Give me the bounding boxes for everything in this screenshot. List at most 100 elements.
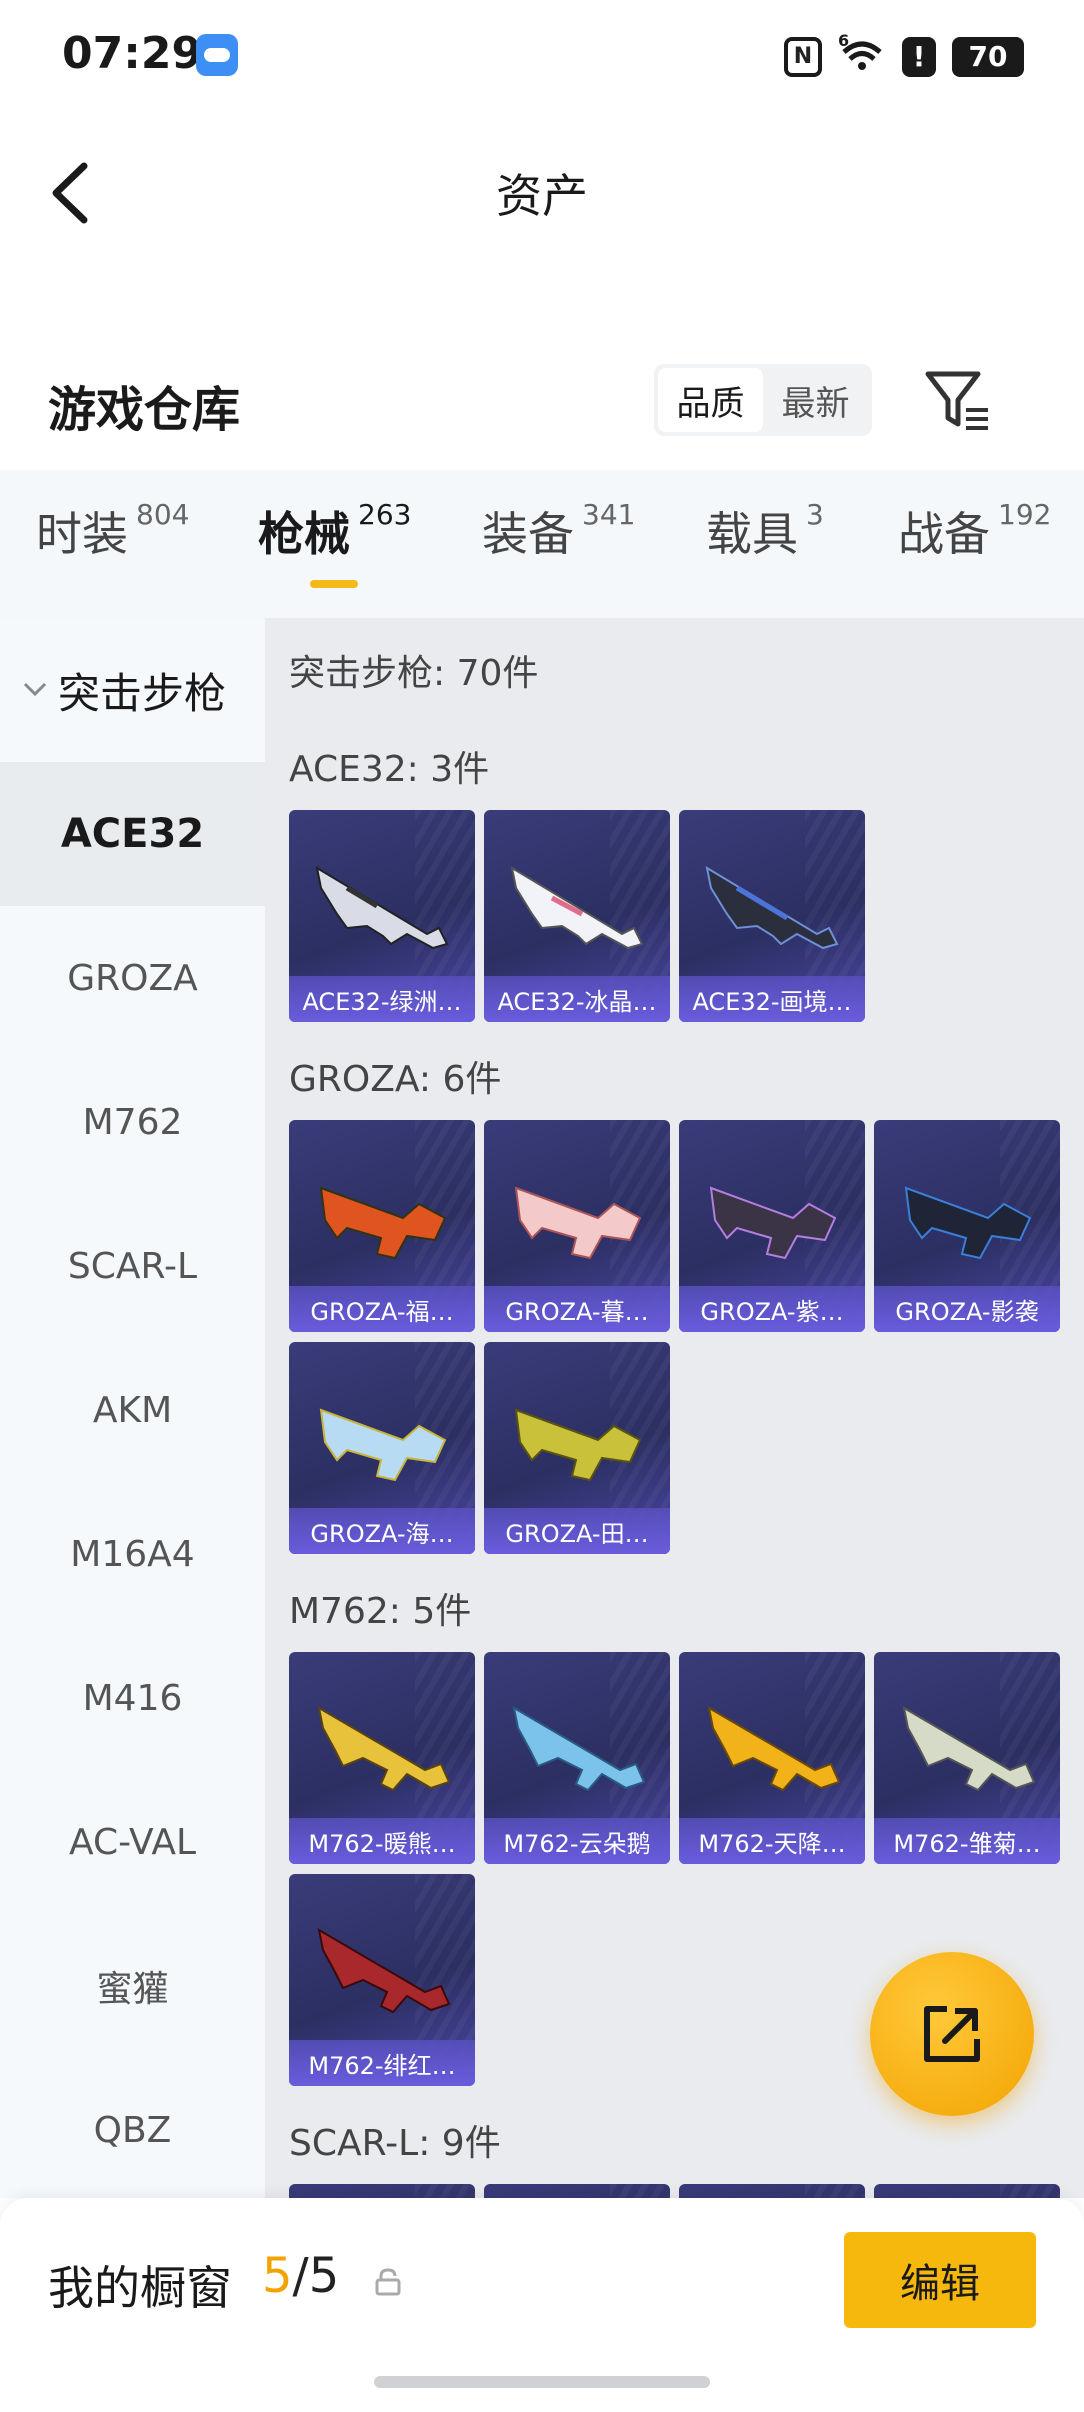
weapon-card[interactable] <box>289 2184 475 2198</box>
weapon-card[interactable]: M762-云朵鹅 <box>484 1652 670 1864</box>
weapon-card[interactable]: M762-暖熊… <box>289 1652 475 1864</box>
weapon-name: M762-暖熊… <box>289 1818 475 1864</box>
section-title-groza: GROZA: 6件 <box>289 1059 502 1100</box>
tab-supplies[interactable]: 战备 192 <box>898 498 1051 564</box>
showcase-count: 5/5 <box>262 2248 339 2304</box>
weapon-card[interactable]: ACE32-画境… <box>679 810 865 1022</box>
weapon-card[interactable]: ACE32-冰晶… <box>484 810 670 1022</box>
rifle-icon <box>315 865 449 950</box>
sidebar-item-scar-l[interactable]: SCAR-L <box>0 1194 265 1338</box>
section-title-scar-l: SCAR-L: 9件 <box>289 2123 501 2164</box>
sort-toggle: 品质 最新 <box>654 364 872 436</box>
sidebar-item-m762[interactable]: M762 <box>0 1050 265 1194</box>
rifle-icon <box>317 1706 451 1792</box>
home-indicator <box>374 2376 710 2388</box>
weapon-card[interactable]: GROZA-海… <box>289 1342 475 1554</box>
weapon-name: M762-天降… <box>679 1818 865 1864</box>
rifle-icon <box>514 1186 642 1260</box>
filter-icon <box>925 371 988 430</box>
sidebar-item-groza[interactable]: GROZA <box>0 906 265 1050</box>
sort-latest-button[interactable]: 最新 <box>763 368 868 432</box>
weapon-name: M762-绯红… <box>289 2040 475 2086</box>
rifle-icon <box>319 1408 447 1482</box>
wifi-icon: 6 <box>838 31 886 81</box>
tab-count: 341 <box>582 498 636 531</box>
weapon-name: GROZA-影袭 <box>874 1286 1060 1332</box>
sidebar-item-akm[interactable]: AKM <box>0 1338 265 1482</box>
sidebar-item-ac-val[interactable]: AC-VAL <box>0 1770 265 1914</box>
warehouse-title: 游戏仓库 <box>48 382 241 438</box>
weapon-name: GROZA-海… <box>289 1508 475 1554</box>
rifle-icon <box>707 1706 841 1792</box>
weapon-card[interactable]: GROZA-田… <box>484 1342 670 1554</box>
filter-button[interactable] <box>920 362 996 438</box>
weapon-card[interactable]: GROZA-福… <box>289 1120 475 1332</box>
weapon-card[interactable]: GROZA-暮… <box>484 1120 670 1332</box>
rifle-icon <box>317 1928 451 2014</box>
rifle-icon <box>705 865 839 950</box>
tab-equipment[interactable]: 装备 341 <box>482 498 635 564</box>
tab-count: 804 <box>136 498 190 531</box>
status-time: 07:29 <box>62 28 203 79</box>
tab-vehicles[interactable]: 载具 3 <box>706 498 824 564</box>
section-title-ace32: ACE32: 3件 <box>289 749 490 790</box>
weapon-card[interactable]: ACE32-绿洲… <box>289 810 475 1022</box>
battery-icon: 70 <box>952 36 1024 77</box>
rifle-icon <box>510 865 644 950</box>
chevron-down-icon <box>22 675 48 705</box>
tab-count: 3 <box>806 498 824 531</box>
weapon-card[interactable]: M762-雏菊… <box>874 1652 1060 1864</box>
status-bar: 07:29 N 6 ! 70 <box>0 0 1084 110</box>
tab-label: 枪械 <box>258 507 350 561</box>
sort-quality-button[interactable]: 品质 <box>658 368 763 432</box>
weapon-card[interactable]: M762-绯红… <box>289 1874 475 2086</box>
weapon-name: ACE32-绿洲… <box>289 976 475 1022</box>
weapon-card[interactable]: GROZA-影袭 <box>874 1120 1060 1332</box>
weapon-name: GROZA-田… <box>484 1508 670 1554</box>
weapon-card[interactable] <box>874 2184 1060 2198</box>
sidebar-item-qbz[interactable]: QBZ <box>0 2058 265 2202</box>
cloud-app-icon <box>196 34 238 76</box>
rifle-icon <box>902 1706 1036 1792</box>
rifle-icon <box>904 1186 1032 1260</box>
weapon-card[interactable] <box>679 2184 865 2198</box>
page-title: 资产 <box>496 169 588 223</box>
weapon-name: ACE32-画境… <box>679 976 865 1022</box>
sidebar-item-honey-badger[interactable]: 蜜獾 <box>0 1914 265 2058</box>
rifle-icon <box>514 1408 642 1482</box>
showcase-label: 我的橱窗 <box>48 2261 232 2315</box>
section-title-m762: M762: 5件 <box>289 1591 472 1632</box>
tab-label: 载具 <box>706 507 798 561</box>
tab-fashion[interactable]: 时装 804 <box>36 498 189 564</box>
alert-icon: ! <box>902 36 936 77</box>
weapon-card[interactable]: M762-天降… <box>679 1652 865 1864</box>
weapon-name: ACE32-冰晶… <box>484 976 670 1022</box>
status-icons: N 6 ! 70 <box>784 31 1024 81</box>
sidebar-item-m16a4[interactable]: M16A4 <box>0 1482 265 1626</box>
sidebar-category-label: 突击步枪 <box>58 668 227 718</box>
weapon-name: GROZA-暮… <box>484 1286 670 1332</box>
weapon-name: GROZA-紫… <box>679 1286 865 1332</box>
weapon-name: M762-云朵鹅 <box>484 1818 670 1864</box>
sidebar-item-m416[interactable]: M416 <box>0 1626 265 1770</box>
weapon-card[interactable]: GROZA-紫… <box>679 1120 865 1332</box>
tab-label: 战备 <box>898 507 990 561</box>
category-count: 突击步枪: 70件 <box>289 653 539 694</box>
sidebar-category-assault-rifle[interactable]: 突击步枪 <box>0 618 265 762</box>
tab-label: 装备 <box>482 507 574 561</box>
rifle-icon <box>512 1706 646 1792</box>
showcase-current: 5 <box>262 2248 293 2304</box>
tab-firearms[interactable]: 枪械 263 <box>258 498 411 564</box>
weapon-card[interactable] <box>484 2184 670 2198</box>
tab-count: 192 <box>998 498 1052 531</box>
nfc-icon: N <box>784 36 822 77</box>
edit-button[interactable]: 编辑 <box>844 2232 1036 2328</box>
sidebar-item-ace32[interactable]: ACE32 <box>0 762 265 906</box>
showcase-total: /5 <box>292 2248 340 2304</box>
tab-count: 263 <box>358 498 412 531</box>
lock-icon <box>375 2268 401 2296</box>
tab-label: 时装 <box>36 507 128 561</box>
rifle-icon <box>709 1186 837 1260</box>
share-icon <box>924 2006 980 2062</box>
share-button[interactable] <box>870 1952 1034 2116</box>
